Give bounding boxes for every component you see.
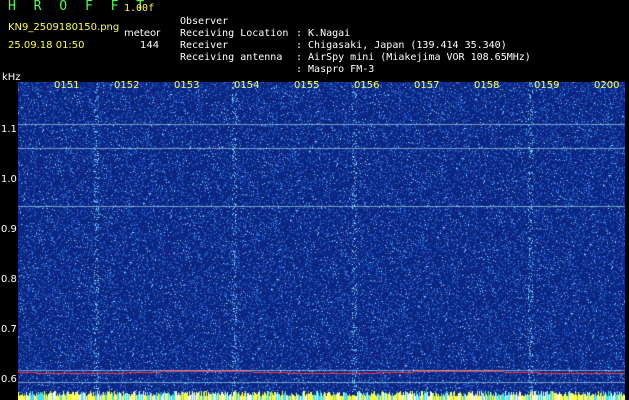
app-version: 1.00f [124, 3, 155, 14]
meta-antenna-key: Receiving antenna [180, 52, 283, 63]
meta-location-value: : Chigasaki, Japan (139.414 35.340) [296, 40, 507, 51]
y-tick-0.7: 0.7 [1, 324, 17, 335]
meta-receiver-value: : AirSpy mini (Miakejima VOR 108.65MHz) [296, 52, 531, 63]
meta-receiver: Receiver : AirSpy mini (Miakejima VOR 10… [180, 28, 531, 63]
x-tick-0153: 0153 [174, 80, 200, 91]
echo-count: 144 [140, 40, 160, 51]
x-tick-0158: 0158 [474, 80, 500, 91]
x-tick-0200: 0200 [594, 80, 620, 91]
x-tick-0156: 0156 [354, 80, 380, 91]
x-tick-0159: 0159 [534, 80, 560, 91]
meta-location: Receiving Location : Chigasaki, Japan (1… [180, 16, 507, 51]
timestamp: 25.09.18 01:50 [8, 40, 85, 51]
hrofft-window: H R O F F T 1.00f KN9_2509180150.png met… [0, 0, 629, 400]
observation-mode: meteor [124, 28, 161, 39]
x-tick-0152: 0152 [114, 80, 140, 91]
file-name: KN9_2509180150.png [8, 22, 120, 33]
meta-observer: Observer : K.Nagai [180, 4, 350, 39]
y-tick-0.8: 0.8 [1, 274, 17, 285]
y-tick-1.1: 1.1 [1, 124, 17, 135]
meta-observer-value: : K.Nagai [296, 28, 351, 39]
spectrogram [18, 82, 625, 400]
y-tick-1.0: 1.0 [1, 174, 17, 185]
x-tick-0151: 0151 [54, 80, 80, 91]
meta-antenna-value: : Maspro FM-3 [296, 64, 375, 75]
y-tick-0.6: 0.6 [1, 374, 17, 385]
meta-antenna: Receiving antenna : Maspro FM-3 [180, 40, 374, 75]
x-tick-0157: 0157 [414, 80, 440, 91]
x-tick-0154: 0154 [234, 80, 260, 91]
y-tick-0.9: 0.9 [1, 224, 17, 235]
x-tick-0155: 0155 [294, 80, 320, 91]
